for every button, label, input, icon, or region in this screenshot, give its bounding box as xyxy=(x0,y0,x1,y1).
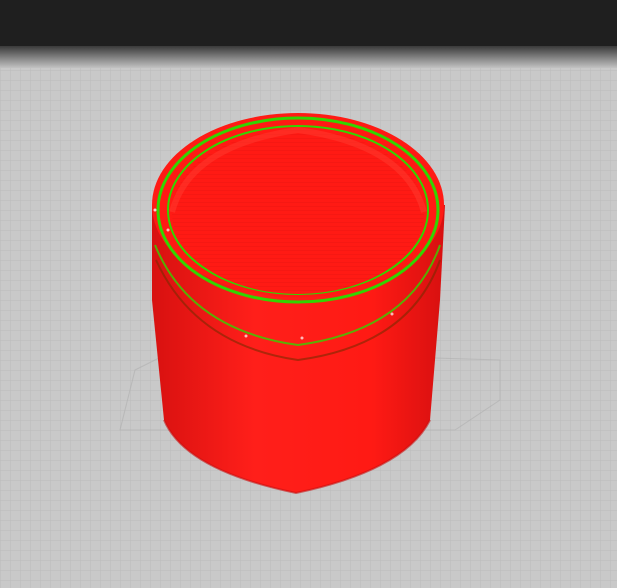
toolbar-shadow xyxy=(0,46,617,68)
top-toolbar xyxy=(0,0,617,46)
print-bed-grid xyxy=(0,68,617,588)
3d-viewport[interactable] xyxy=(0,68,617,588)
cup-model-icon[interactable] xyxy=(152,113,445,495)
